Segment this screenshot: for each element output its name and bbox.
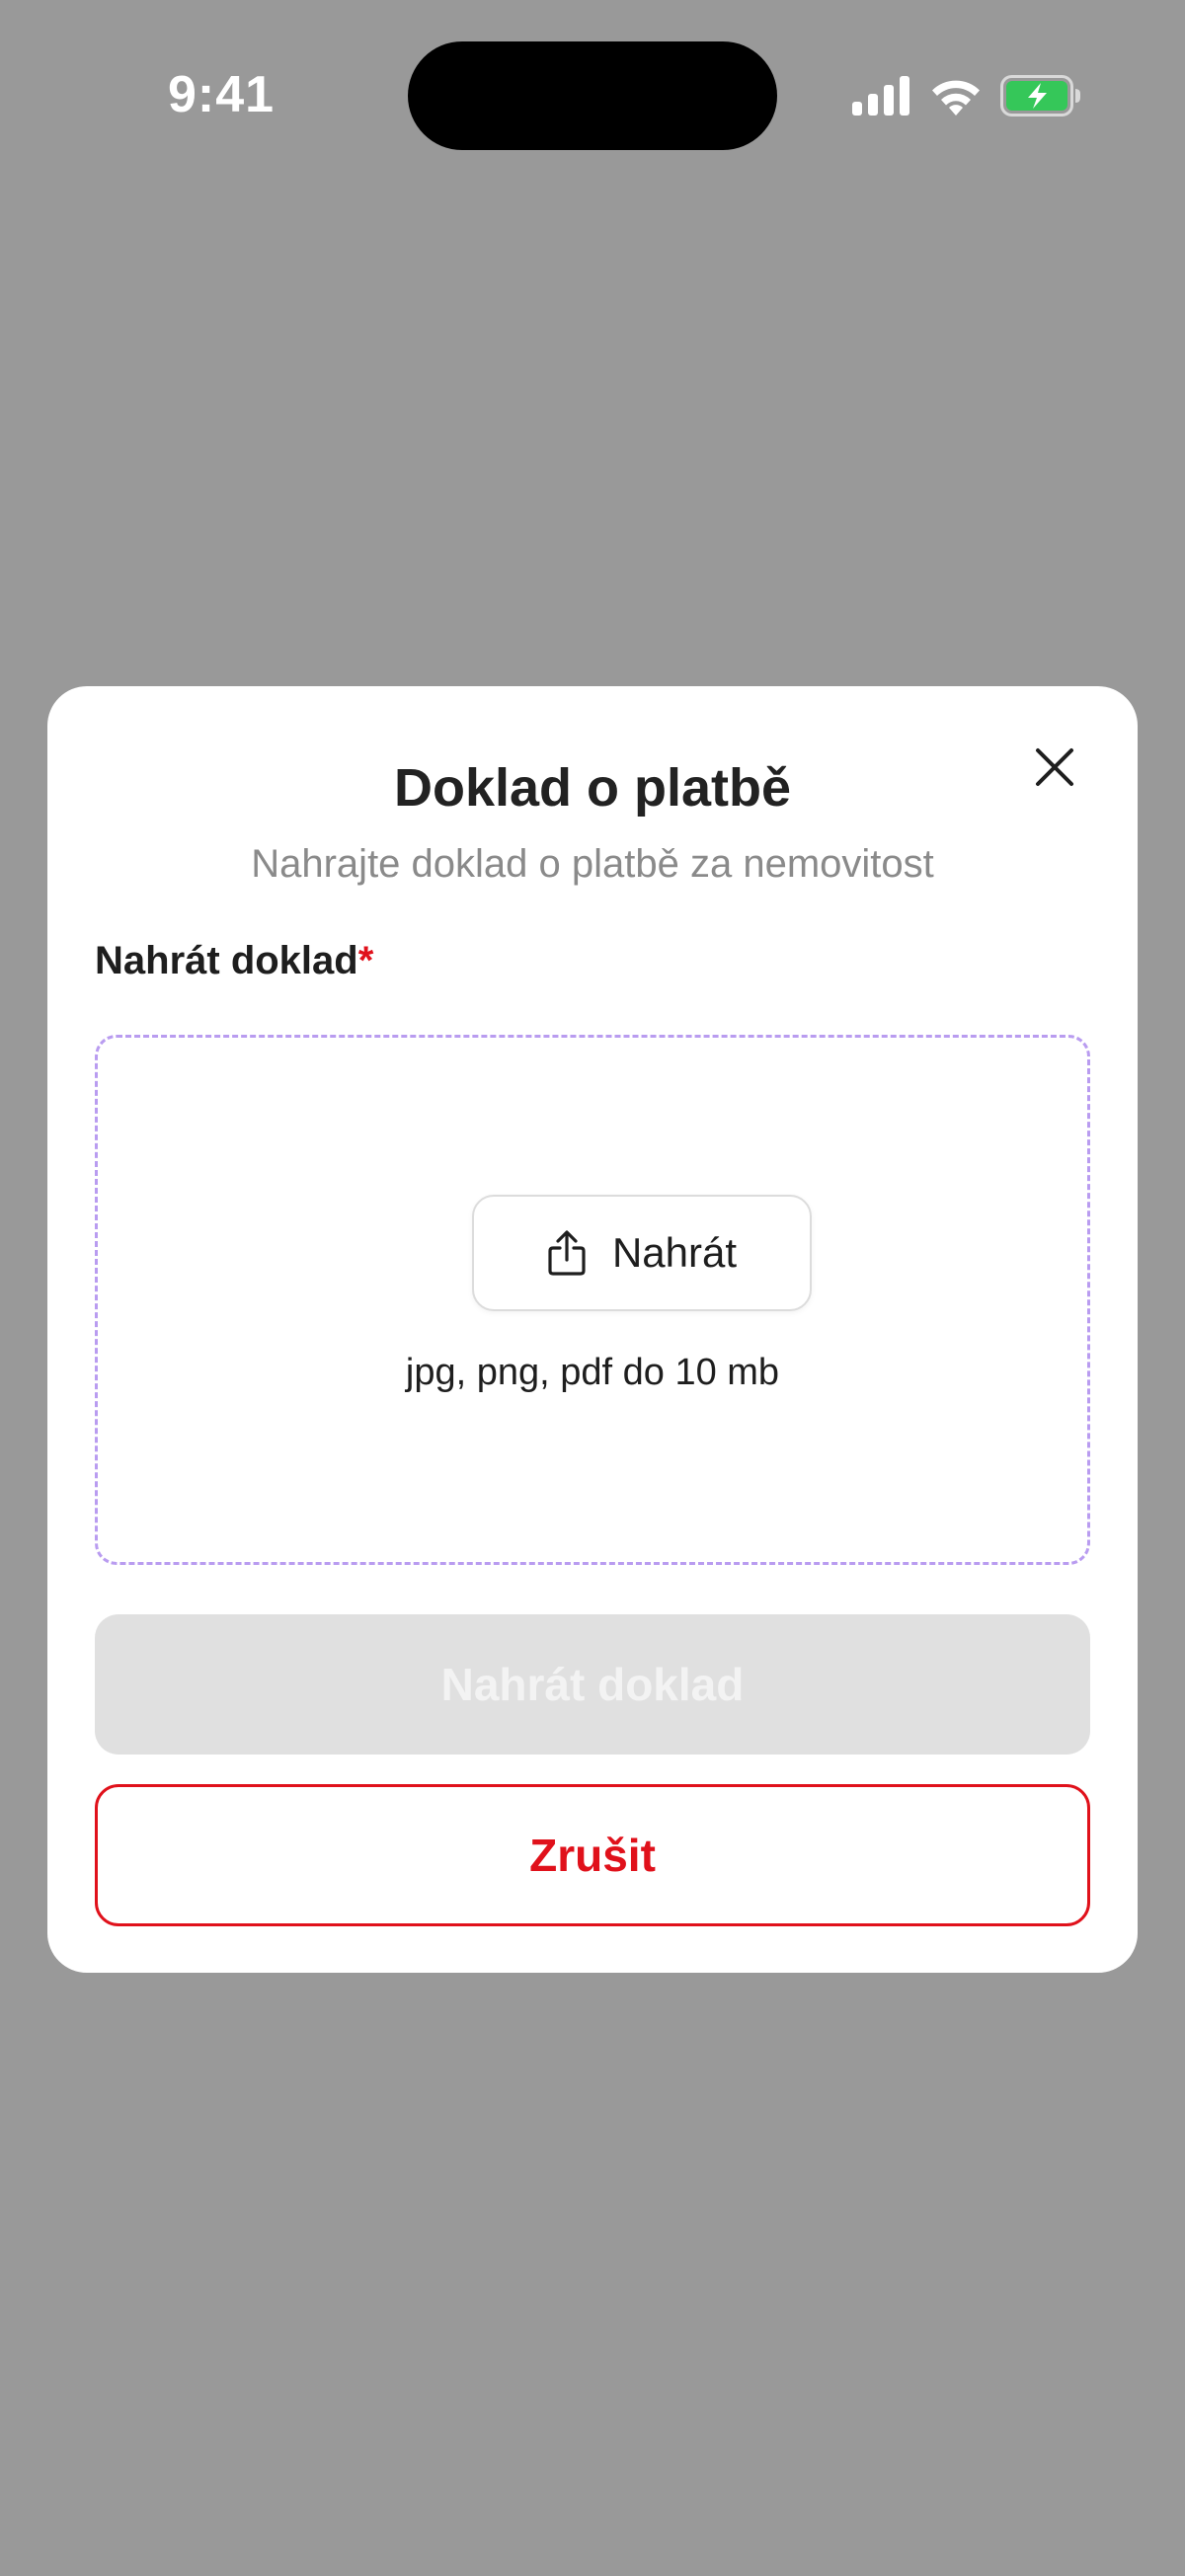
required-marker: *: [357, 939, 374, 982]
status-bar: 9:41: [0, 0, 1185, 188]
file-format-hint: jpg, png, pdf do 10 mb: [405, 1352, 780, 1393]
cellular-signal-icon: [852, 76, 911, 116]
status-icons: [852, 73, 1081, 118]
dynamic-island: [408, 41, 777, 150]
status-time: 9:41: [168, 66, 276, 123]
submit-receipt-button[interactable]: Nahrát doklad: [95, 1614, 1090, 1755]
wifi-icon: [929, 76, 983, 116]
upload-field-label: Nahrát doklad*: [95, 939, 373, 983]
upload-field-label-text: Nahrát doklad: [95, 939, 358, 982]
battery-charging-icon: [1000, 75, 1081, 117]
payment-receipt-dialog: Doklad o platbě Nahrajte doklad o platbě…: [47, 686, 1138, 1973]
dialog-title: Doklad o platbě: [393, 758, 792, 818]
upload-button-label: Nahrát: [611, 1229, 738, 1276]
cancel-button[interactable]: Zrušit: [95, 1784, 1090, 1926]
share-upload-icon: [548, 1230, 586, 1276]
dialog-subtitle: Nahrajte doklad o platbě za nemovitost: [251, 842, 934, 886]
upload-button[interactable]: Nahrát: [472, 1195, 812, 1311]
file-dropzone[interactable]: Nahrát jpg, png, pdf do 10 mb: [95, 1035, 1090, 1565]
